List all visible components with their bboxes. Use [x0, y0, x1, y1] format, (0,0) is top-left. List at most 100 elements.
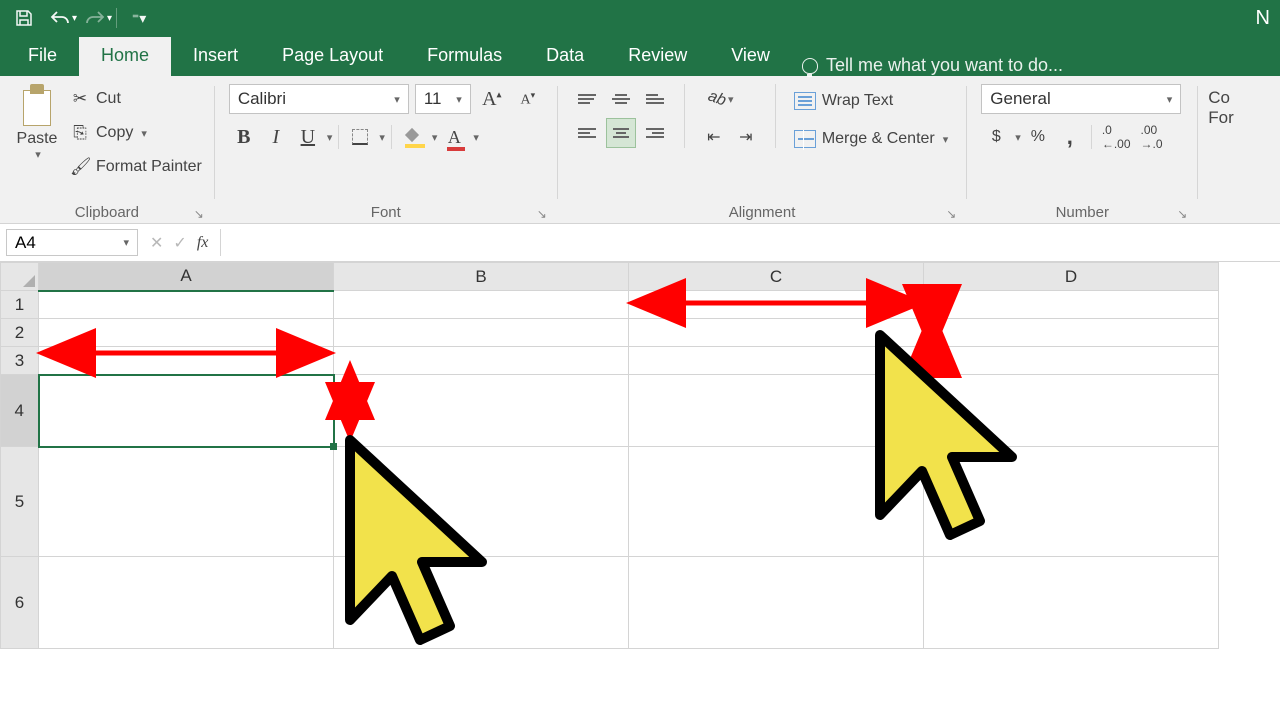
- increase-decimal-button[interactable]: .0←.00: [1098, 122, 1135, 152]
- borders-button[interactable]: [345, 122, 375, 152]
- column-header-d[interactable]: D: [924, 263, 1219, 291]
- cell[interactable]: [334, 447, 629, 557]
- fill-color-button[interactable]: [398, 122, 428, 152]
- tab-review[interactable]: Review: [606, 37, 709, 76]
- align-bottom-button[interactable]: [640, 84, 670, 114]
- tab-home[interactable]: Home: [79, 37, 171, 76]
- clipboard-launcher-icon[interactable]: ↘: [192, 207, 206, 221]
- percent-format-button[interactable]: %: [1023, 122, 1053, 152]
- cell-a4-selected[interactable]: [39, 375, 334, 447]
- cell[interactable]: [334, 375, 629, 447]
- underline-button[interactable]: U: [293, 122, 323, 152]
- copy-dropdown-icon[interactable]: ▾: [141, 127, 147, 140]
- align-middle-button[interactable]: [606, 84, 636, 114]
- borders-dropdown-icon[interactable]: ▾: [379, 131, 385, 144]
- cut-label: Cut: [96, 90, 121, 108]
- align-center-button[interactable]: [606, 118, 636, 148]
- name-box[interactable]: A4▾: [6, 229, 138, 256]
- decrease-indent-button[interactable]: ⇤: [699, 122, 729, 152]
- cell[interactable]: [629, 557, 924, 649]
- format-painter-button[interactable]: 🖌Format Painter: [70, 152, 202, 182]
- align-left-icon: [578, 126, 596, 140]
- select-all-corner[interactable]: [1, 263, 39, 291]
- cell[interactable]: [629, 319, 924, 347]
- underline-dropdown-icon[interactable]: ▾: [327, 131, 333, 144]
- merge-center-button[interactable]: Merge & Center▾: [794, 124, 948, 154]
- tab-formulas[interactable]: Formulas: [405, 37, 524, 76]
- cell[interactable]: [924, 375, 1219, 447]
- increase-font-button[interactable]: A▴: [477, 84, 507, 114]
- orientation-button[interactable]: ab▾: [699, 84, 743, 114]
- formula-input[interactable]: [221, 229, 1280, 256]
- tab-page-layout[interactable]: Page Layout: [260, 37, 405, 76]
- merge-dropdown-icon[interactable]: ▾: [943, 133, 949, 146]
- cell[interactable]: [924, 347, 1219, 375]
- column-header-c[interactable]: C: [629, 263, 924, 291]
- save-icon[interactable]: [6, 2, 42, 34]
- cell[interactable]: [39, 291, 334, 319]
- cell[interactable]: [924, 557, 1219, 649]
- column-header-b[interactable]: B: [334, 263, 629, 291]
- paste-button[interactable]: Paste ▾: [8, 82, 66, 200]
- font-size-combo[interactable]: 11▾: [415, 84, 471, 114]
- ribbon: Paste ▾ ✂Cut ⎘Copy▾ 🖌Format Painter Clip…: [0, 76, 1280, 224]
- accounting-format-button[interactable]: $: [981, 122, 1011, 152]
- currency-dropdown-icon[interactable]: ▾: [1015, 131, 1021, 144]
- align-top-button[interactable]: [572, 84, 602, 114]
- cell[interactable]: [629, 375, 924, 447]
- row-header-1[interactable]: 1: [1, 291, 39, 319]
- tab-insert[interactable]: Insert: [171, 37, 260, 76]
- cell[interactable]: [39, 319, 334, 347]
- row-header-2[interactable]: 2: [1, 319, 39, 347]
- fill-dropdown-icon[interactable]: ▾: [432, 131, 438, 144]
- bold-button[interactable]: B: [229, 122, 259, 152]
- wrap-text-button[interactable]: Wrap Text: [794, 86, 948, 116]
- customize-qat-icon[interactable]: ⁼▾: [121, 2, 157, 34]
- cell[interactable]: [924, 319, 1219, 347]
- group-conditional-formatting: Co For: [1198, 82, 1244, 223]
- align-center-icon: [612, 126, 630, 140]
- cell[interactable]: [39, 347, 334, 375]
- cut-button[interactable]: ✂Cut: [70, 84, 202, 114]
- cell[interactable]: [334, 319, 629, 347]
- copy-button[interactable]: ⎘Copy▾: [70, 118, 202, 148]
- cell[interactable]: [924, 291, 1219, 319]
- tab-data[interactable]: Data: [524, 37, 606, 76]
- cell[interactable]: [39, 447, 334, 557]
- decrease-decimal-button[interactable]: .00→.0: [1137, 122, 1167, 152]
- comma-format-button[interactable]: ,: [1055, 122, 1085, 152]
- increase-indent-button[interactable]: ⇥: [731, 122, 761, 152]
- font-color-button[interactable]: A: [439, 122, 469, 152]
- cell[interactable]: [39, 557, 334, 649]
- cell[interactable]: [334, 347, 629, 375]
- tell-me-search[interactable]: Tell me what you want to do...: [802, 55, 1063, 76]
- alignment-launcher-icon[interactable]: ↘: [944, 207, 958, 221]
- cell[interactable]: [924, 447, 1219, 557]
- undo-icon[interactable]: [42, 2, 78, 34]
- paste-dropdown-icon[interactable]: ▾: [35, 148, 41, 161]
- align-right-button[interactable]: [640, 118, 670, 148]
- row-header-3[interactable]: 3: [1, 347, 39, 375]
- tab-file[interactable]: File: [6, 37, 79, 76]
- number-launcher-icon[interactable]: ↘: [1175, 207, 1189, 221]
- number-format-combo[interactable]: General▾: [981, 84, 1181, 114]
- cell[interactable]: [334, 557, 629, 649]
- row-header-5[interactable]: 5: [1, 447, 39, 557]
- font-color-dropdown-icon[interactable]: ▾: [473, 131, 479, 144]
- cell[interactable]: [629, 291, 924, 319]
- font-launcher-icon[interactable]: ↘: [535, 207, 549, 221]
- align-left-button[interactable]: [572, 118, 602, 148]
- decrease-font-button[interactable]: A▾: [513, 84, 543, 114]
- row-header-4[interactable]: 4: [1, 375, 39, 447]
- column-header-a[interactable]: A: [39, 263, 334, 291]
- cell[interactable]: [629, 347, 924, 375]
- tab-view[interactable]: View: [709, 37, 792, 76]
- cell[interactable]: [629, 447, 924, 557]
- italic-button[interactable]: I: [261, 122, 291, 152]
- cell[interactable]: [334, 291, 629, 319]
- row-header-6[interactable]: 6: [1, 557, 39, 649]
- insert-function-button[interactable]: fx: [197, 234, 209, 252]
- spreadsheet-grid[interactable]: A B C D 1 2 3 4 5 6: [0, 262, 1280, 649]
- wrap-text-icon: [794, 92, 816, 110]
- font-name-combo[interactable]: Calibri▾: [229, 84, 409, 114]
